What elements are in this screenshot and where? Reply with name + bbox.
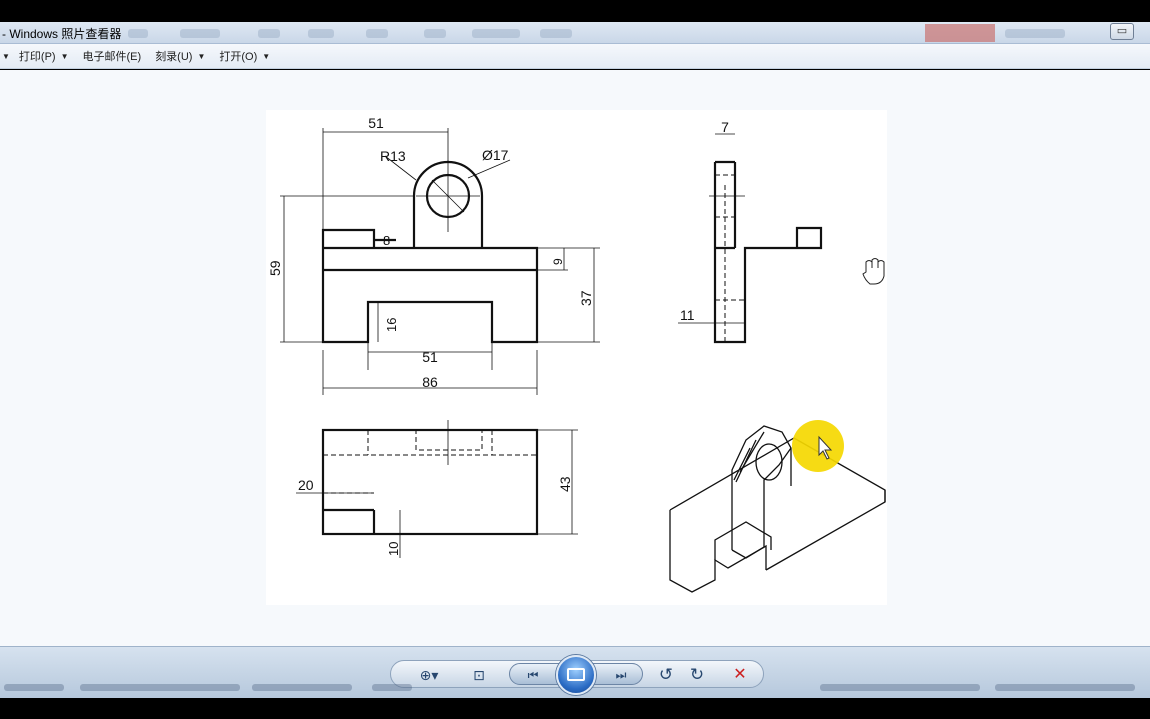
menu-bar: ▼ 打印(P) ▼ 电子邮件(E) 刻录(U) ▼ 打开(O) ▼ [0,44,1150,69]
chevron-down-icon: ▼ [262,51,271,61]
title-blur [258,29,280,38]
dim-51-bottom: 51 [422,349,438,365]
top-view [321,428,539,536]
side-view-hidden-lines [715,174,745,342]
dim-10: 10 [386,542,401,556]
side-view [713,160,823,344]
title-bar: - Windows 照片查看器 ▭ [0,22,1150,44]
dim-59: 59 [267,260,283,276]
dim-9: 9 [551,258,565,265]
title-blur [366,29,388,38]
engineering-drawing-image: 51 R13 Ø17 8 59 9 37 16 51 86 7 11 20 43… [266,110,887,605]
window-controls: ▭ [1110,23,1150,41]
title-blur [540,29,572,38]
photo-viewer-screen: - Windows 照片查看器 ▭ ▼ 打印(P) ▼ 电子邮件(E) 刻录(U… [0,0,1150,719]
top-view-hidden-lines [323,429,537,494]
status-blur [820,684,980,691]
menu-item-print[interactable]: 打印(P) ▼ [19,48,69,64]
hand-cursor-icon [862,258,885,285]
dim-20: 20 [298,477,314,493]
dim-37: 37 [578,290,594,306]
front-view [321,160,539,344]
chevron-down-icon: ▼ [197,51,206,61]
window-title: - Windows 照片查看器 [2,27,122,41]
dim-r13: R13 [380,148,406,164]
status-blur [80,684,240,691]
title-blur [1005,29,1065,38]
chevron-down-icon: ▼ [60,51,69,61]
drawing-svg: 51 R13 Ø17 8 59 9 37 16 51 86 7 11 20 43… [267,115,886,593]
dim-8: 8 [383,233,390,248]
dim-7: 7 [721,119,729,135]
menu-item-open[interactable]: 打开(O) ▼ [219,48,270,64]
title-blur [128,29,148,38]
status-blur [252,684,352,691]
dim-phi17: Ø17 [482,147,509,163]
drawing-labels: 51 R13 Ø17 8 59 9 37 16 51 86 7 11 20 43… [267,115,729,556]
menu-item-email[interactable]: 电子邮件(E) [83,48,142,64]
menu-item-label: 电子邮件(E) [82,51,142,63]
menu-item-label: 打印(P) [18,51,56,63]
dim-51-top: 51 [368,115,384,131]
title-blur [472,29,520,38]
dim-86: 86 [422,374,438,390]
title-blur [424,29,446,38]
title-blur [180,29,220,38]
dim-16: 16 [384,318,399,332]
status-strip [0,676,1150,698]
dim-43: 43 [557,476,573,492]
title-blur [308,29,334,38]
menu-item-label: 刻录(U) [155,51,193,63]
isometric-view [669,425,886,593]
status-blur [4,684,64,691]
menu-item-burn[interactable]: 刻录(U) ▼ [155,48,205,64]
menu-lead-dropdown-arrow-icon[interactable]: ▼ [2,52,10,61]
cursor-highlight [792,420,844,472]
menu-item-label: 打开(O) [219,51,258,63]
image-viewport[interactable]: 51 R13 Ø17 8 59 9 37 16 51 86 7 11 20 43… [0,70,1150,646]
dim-11: 11 [680,307,695,323]
restore-button[interactable]: ▭ [1110,23,1134,40]
status-blur [995,684,1135,691]
top-view-dimensions [296,420,578,558]
taskbar-reflection [925,24,995,42]
status-blur [372,684,412,691]
